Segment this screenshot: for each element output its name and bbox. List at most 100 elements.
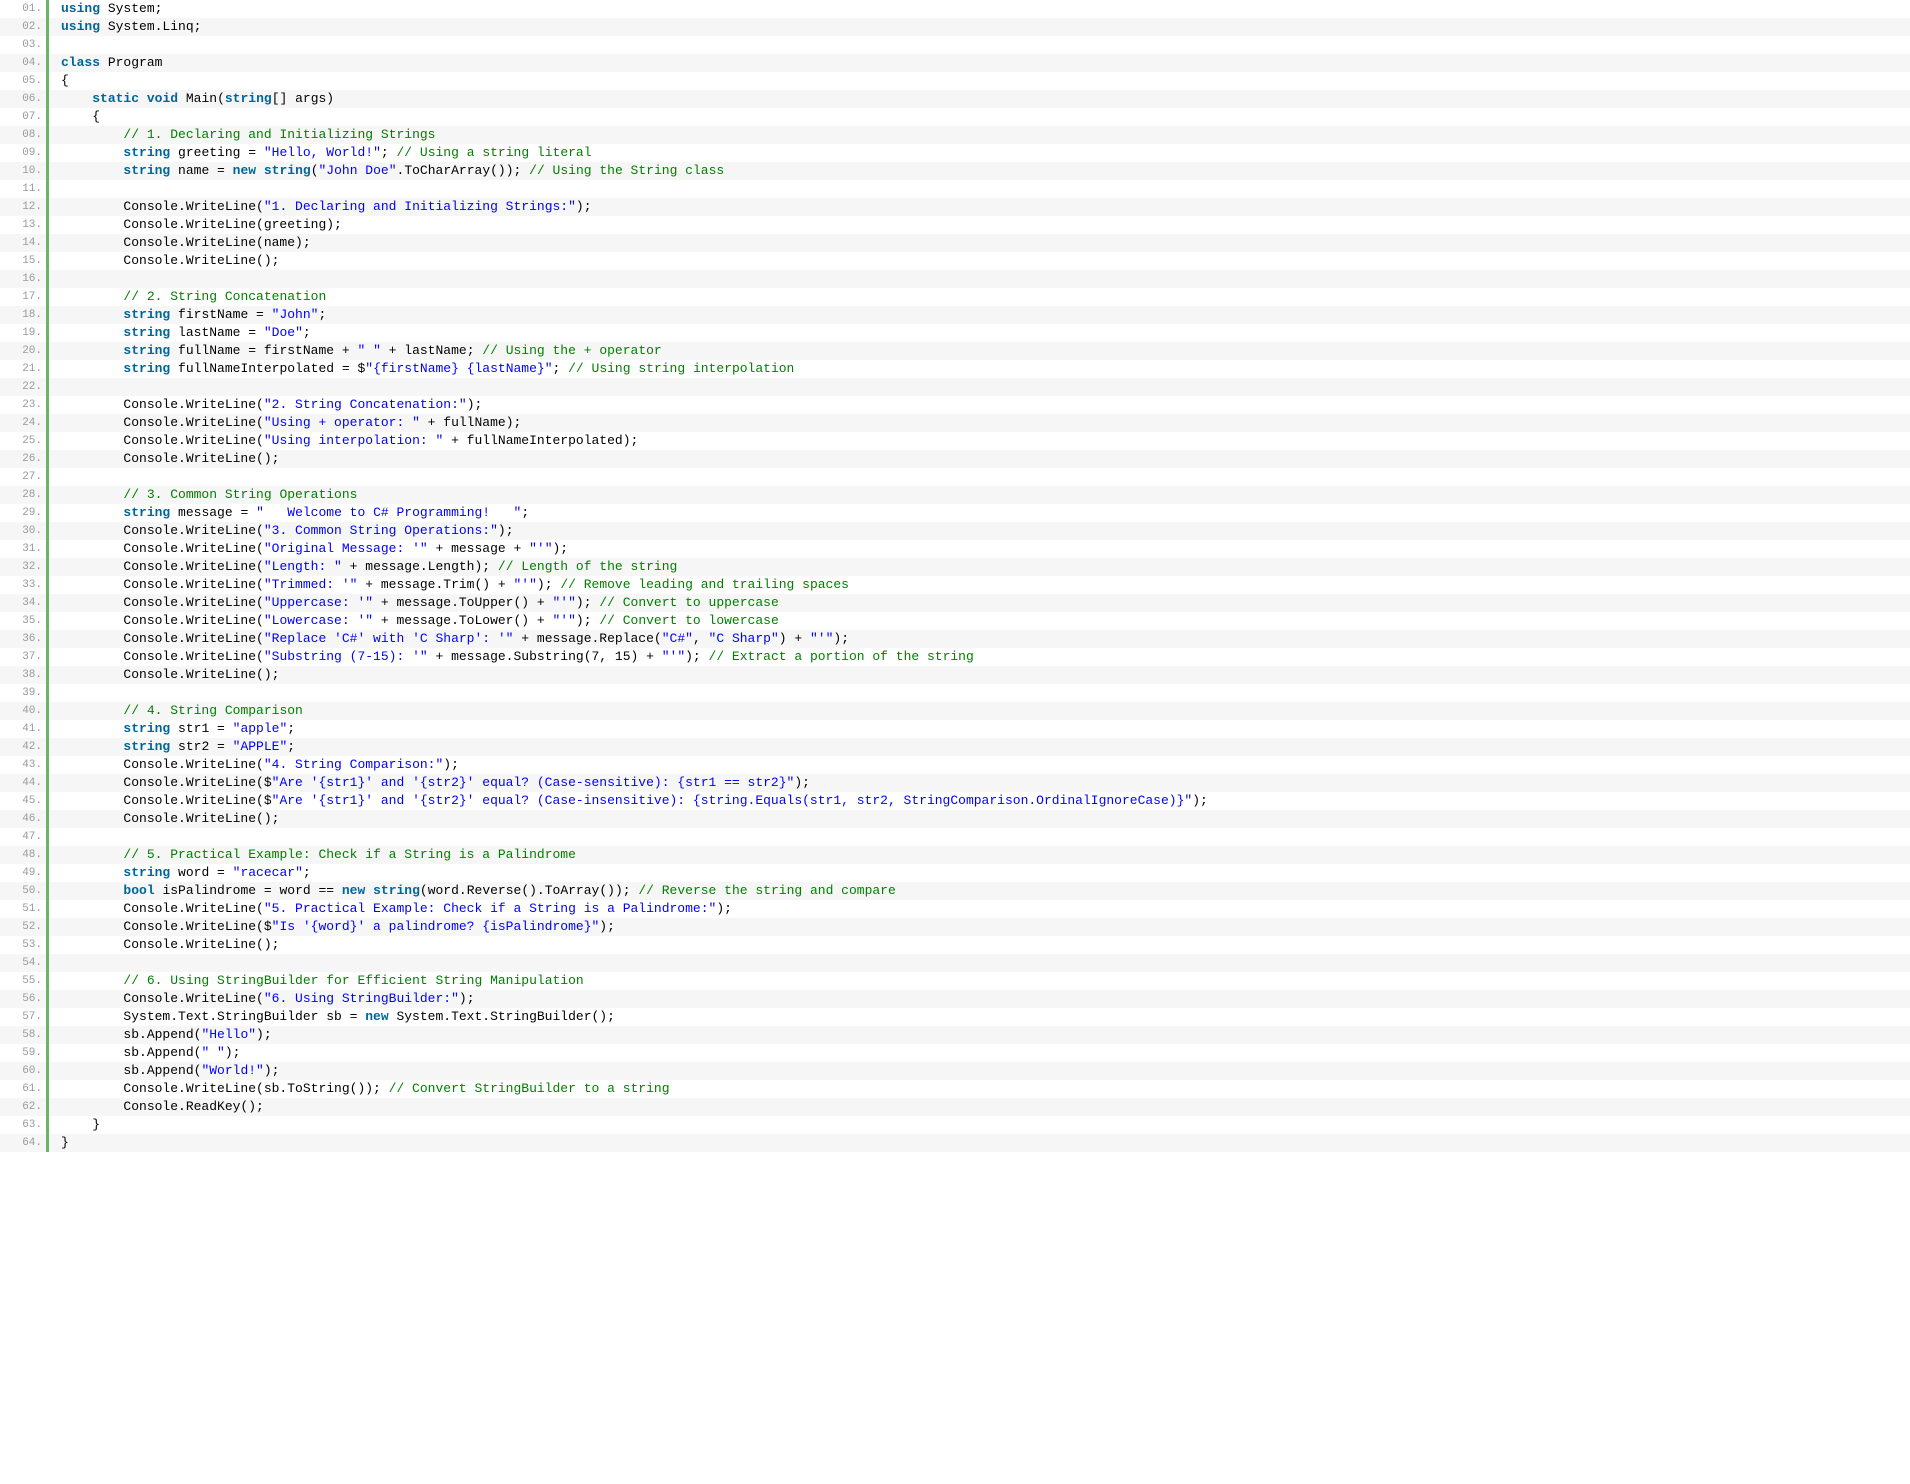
code-content[interactable]: Console.WriteLine("2. String Concatenati… [48, 396, 1910, 414]
code-content[interactable]: Console.WriteLine($"Are '{str1}' and '{s… [48, 792, 1910, 810]
code-line[interactable]: 43. Console.WriteLine("4. String Compari… [0, 756, 1910, 774]
code-line[interactable]: 52. Console.WriteLine($"Is '{word}' a pa… [0, 918, 1910, 936]
code-line[interactable]: 15. Console.WriteLine(); [0, 252, 1910, 270]
code-line[interactable]: 32. Console.WriteLine("Length: " + messa… [0, 558, 1910, 576]
code-content[interactable]: Console.WriteLine("6. Using StringBuilde… [48, 990, 1910, 1008]
code-content[interactable] [48, 954, 1910, 972]
code-line[interactable]: 63. } [0, 1116, 1910, 1134]
code-content[interactable]: Console.WriteLine("Lowercase: '" + messa… [48, 612, 1910, 630]
code-content[interactable]: string firstName = "John"; [48, 306, 1910, 324]
code-content[interactable]: Console.WriteLine(); [48, 450, 1910, 468]
code-content[interactable] [48, 180, 1910, 198]
code-line[interactable]: 61. Console.WriteLine(sb.ToString()); //… [0, 1080, 1910, 1098]
code-line[interactable]: 46. Console.WriteLine(); [0, 810, 1910, 828]
code-line[interactable]: 29. string message = " Welcome to C# Pro… [0, 504, 1910, 522]
code-line[interactable]: 33. Console.WriteLine("Trimmed: '" + mes… [0, 576, 1910, 594]
code-line[interactable]: 44. Console.WriteLine($"Are '{str1}' and… [0, 774, 1910, 792]
code-line[interactable]: 10. string name = new string("John Doe".… [0, 162, 1910, 180]
code-line[interactable]: 28. // 3. Common String Operations [0, 486, 1910, 504]
code-content[interactable] [48, 36, 1910, 54]
code-line[interactable]: 12. Console.WriteLine("1. Declaring and … [0, 198, 1910, 216]
code-content[interactable] [48, 378, 1910, 396]
code-content[interactable]: Console.WriteLine("Uppercase: '" + messa… [48, 594, 1910, 612]
code-line[interactable]: 03. [0, 36, 1910, 54]
code-content[interactable]: { [48, 108, 1910, 126]
code-line[interactable]: 36. Console.WriteLine("Replace 'C#' with… [0, 630, 1910, 648]
code-line[interactable]: 39. [0, 684, 1910, 702]
code-editor[interactable]: 01.using System;02.using System.Linq;03.… [0, 0, 1910, 1152]
code-line[interactable]: 09. string greeting = "Hello, World!"; /… [0, 144, 1910, 162]
code-line[interactable]: 38. Console.WriteLine(); [0, 666, 1910, 684]
code-content[interactable]: } [48, 1134, 1910, 1152]
code-line[interactable]: 62. Console.ReadKey(); [0, 1098, 1910, 1116]
code-line[interactable]: 05.{ [0, 72, 1910, 90]
code-content[interactable]: string str1 = "apple"; [48, 720, 1910, 738]
code-line[interactable]: 40. // 4. String Comparison [0, 702, 1910, 720]
code-line[interactable]: 08. // 1. Declaring and Initializing Str… [0, 126, 1910, 144]
code-content[interactable]: Console.WriteLine($"Are '{str1}' and '{s… [48, 774, 1910, 792]
code-content[interactable] [48, 828, 1910, 846]
code-content[interactable]: // 2. String Concatenation [48, 288, 1910, 306]
code-content[interactable] [48, 684, 1910, 702]
code-content[interactable]: using System.Linq; [48, 18, 1910, 36]
code-content[interactable]: Console.WriteLine("Length: " + message.L… [48, 558, 1910, 576]
code-line[interactable]: 26. Console.WriteLine(); [0, 450, 1910, 468]
code-line[interactable]: 54. [0, 954, 1910, 972]
code-content[interactable]: } [48, 1116, 1910, 1134]
code-content[interactable]: { [48, 72, 1910, 90]
code-content[interactable] [48, 270, 1910, 288]
code-content[interactable]: // 6. Using StringBuilder for Efficient … [48, 972, 1910, 990]
code-content[interactable]: string str2 = "APPLE"; [48, 738, 1910, 756]
code-line[interactable]: 14. Console.WriteLine(name); [0, 234, 1910, 252]
code-content[interactable]: Console.WriteLine(); [48, 936, 1910, 954]
code-line[interactable]: 49. string word = "racecar"; [0, 864, 1910, 882]
code-content[interactable]: string word = "racecar"; [48, 864, 1910, 882]
code-content[interactable]: Console.WriteLine(); [48, 666, 1910, 684]
code-content[interactable]: Console.WriteLine(); [48, 252, 1910, 270]
code-content[interactable]: bool isPalindrome = word == new string(w… [48, 882, 1910, 900]
code-line[interactable]: 06. static void Main(string[] args) [0, 90, 1910, 108]
code-content[interactable]: Console.WriteLine("5. Practical Example:… [48, 900, 1910, 918]
code-content[interactable]: Console.WriteLine("Using interpolation: … [48, 432, 1910, 450]
code-content[interactable]: System.Text.StringBuilder sb = new Syste… [48, 1008, 1910, 1026]
code-line[interactable]: 04.class Program [0, 54, 1910, 72]
code-line[interactable]: 37. Console.WriteLine("Substring (7-15):… [0, 648, 1910, 666]
code-line[interactable]: 22. [0, 378, 1910, 396]
code-line[interactable]: 47. [0, 828, 1910, 846]
code-line[interactable]: 13. Console.WriteLine(greeting); [0, 216, 1910, 234]
code-content[interactable]: // 4. String Comparison [48, 702, 1910, 720]
code-content[interactable]: Console.WriteLine($"Is '{word}' a palind… [48, 918, 1910, 936]
code-line[interactable]: 16. [0, 270, 1910, 288]
code-line[interactable]: 19. string lastName = "Doe"; [0, 324, 1910, 342]
code-line[interactable]: 56. Console.WriteLine("6. Using StringBu… [0, 990, 1910, 1008]
code-content[interactable]: Console.WriteLine("Using + operator: " +… [48, 414, 1910, 432]
code-line[interactable]: 18. string firstName = "John"; [0, 306, 1910, 324]
code-content[interactable]: Console.WriteLine("Original Message: '" … [48, 540, 1910, 558]
code-line[interactable]: 25. Console.WriteLine("Using interpolati… [0, 432, 1910, 450]
code-line[interactable]: 64.} [0, 1134, 1910, 1152]
code-line[interactable]: 31. Console.WriteLine("Original Message:… [0, 540, 1910, 558]
code-line[interactable]: 34. Console.WriteLine("Uppercase: '" + m… [0, 594, 1910, 612]
code-line[interactable]: 60. sb.Append("World!"); [0, 1062, 1910, 1080]
code-content[interactable]: Console.WriteLine(sb.ToString()); // Con… [48, 1080, 1910, 1098]
code-line[interactable]: 27. [0, 468, 1910, 486]
code-content[interactable]: class Program [48, 54, 1910, 72]
code-line[interactable]: 07. { [0, 108, 1910, 126]
code-content[interactable]: string fullName = firstName + " " + last… [48, 342, 1910, 360]
code-line[interactable]: 48. // 5. Practical Example: Check if a … [0, 846, 1910, 864]
code-content[interactable]: Console.WriteLine("4. String Comparison:… [48, 756, 1910, 774]
code-content[interactable]: string lastName = "Doe"; [48, 324, 1910, 342]
code-content[interactable]: string name = new string("John Doe".ToCh… [48, 162, 1910, 180]
code-content[interactable]: sb.Append("World!"); [48, 1062, 1910, 1080]
code-content[interactable]: // 3. Common String Operations [48, 486, 1910, 504]
code-line[interactable]: 11. [0, 180, 1910, 198]
code-content[interactable]: Console.WriteLine("1. Declaring and Init… [48, 198, 1910, 216]
code-content[interactable]: string greeting = "Hello, World!"; // Us… [48, 144, 1910, 162]
code-content[interactable]: Console.WriteLine("3. Common String Oper… [48, 522, 1910, 540]
code-content[interactable]: Console.WriteLine("Trimmed: '" + message… [48, 576, 1910, 594]
code-content[interactable]: Console.WriteLine("Substring (7-15): '" … [48, 648, 1910, 666]
code-line[interactable]: 24. Console.WriteLine("Using + operator:… [0, 414, 1910, 432]
code-line[interactable]: 42. string str2 = "APPLE"; [0, 738, 1910, 756]
code-line[interactable]: 57. System.Text.StringBuilder sb = new S… [0, 1008, 1910, 1026]
code-line[interactable]: 41. string str1 = "apple"; [0, 720, 1910, 738]
